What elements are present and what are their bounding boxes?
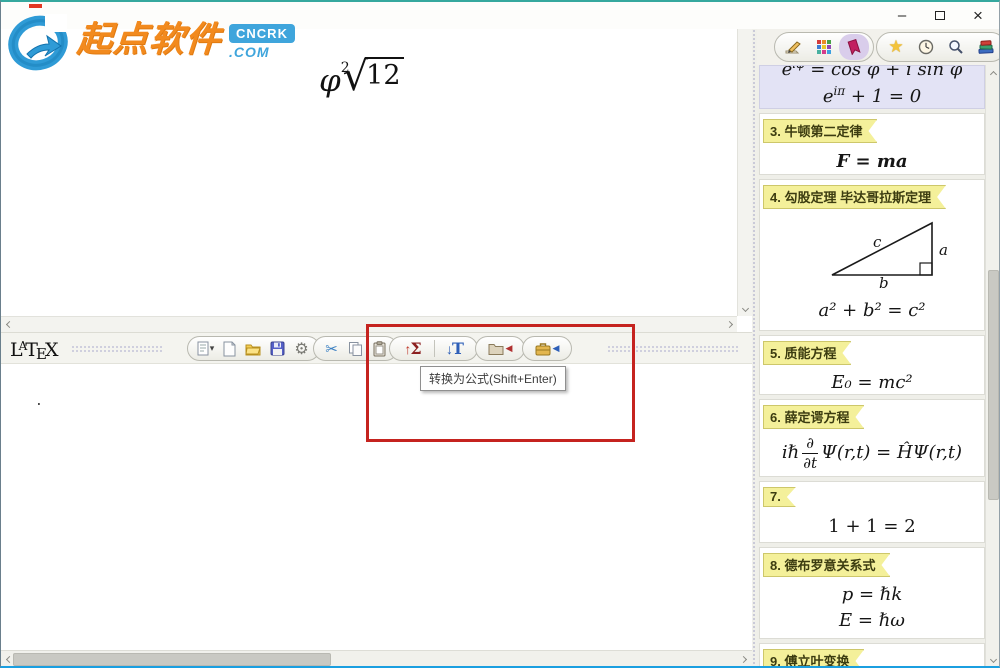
triangle-figure: c a b: [760, 213, 984, 294]
books-icon: [978, 39, 994, 54]
list-item-fourier[interactable]: 9. 傅立叶变换: [759, 643, 985, 668]
hypotenuse-label: c: [873, 233, 882, 251]
settings-button[interactable]: ⚙: [291, 338, 312, 359]
list-item-de-broglie[interactable]: 8. 德布罗意关系式 p = ℏk E = ℏω: [759, 547, 985, 639]
gear-icon: ⚙: [294, 340, 309, 358]
maximize-button[interactable]: [921, 2, 959, 29]
list-item-schrodinger[interactable]: 6. 薛定谔方程 iℏ ∂ ∂t Ψ(r,t) = ĤΨ(r,t): [759, 399, 985, 477]
formula-line: 1 + 1 = 2: [828, 516, 916, 537]
vertical-side-label: a: [939, 241, 948, 259]
item-label: 7.: [763, 487, 796, 507]
star-icon: ★: [888, 37, 904, 56]
list-item-pythagoras[interactable]: 4. 勾股定理 毕达哥拉斯定理 c a b a² + b² = c²: [759, 179, 985, 331]
formula-line: eiπ + 1 = 0: [822, 84, 922, 107]
brand-name: 起点软件: [75, 20, 223, 59]
scrollbar-thumb[interactable]: [13, 653, 331, 666]
save-button[interactable]: [267, 338, 288, 359]
item-label: 3. 牛顿第二定律: [763, 119, 877, 143]
scroll-right-arrow[interactable]: [737, 653, 749, 665]
editor-horizontal-scrollbar[interactable]: [1, 650, 752, 666]
base-label: b: [879, 274, 889, 289]
scrollbar-thumb[interactable]: [988, 270, 999, 500]
item-label: 5. 质能方程: [763, 341, 851, 365]
tooltip-text: 转换为公式(Shift+Enter): [429, 372, 557, 386]
formula-list: eiφ = cos φ + i sin φ eiπ + 1 = 0 3. 牛顿第…: [759, 65, 985, 668]
dropdown-arrow-icon: ▾: [209, 343, 215, 353]
floppy-disk-icon: [270, 341, 285, 356]
close-button[interactable]: ×: [959, 2, 997, 29]
rendered-formula: φ 2 √ 12: [319, 57, 404, 100]
pencil-write-icon: [785, 41, 801, 54]
close-icon: ×: [973, 5, 983, 25]
bookmark-icon: [847, 39, 861, 55]
app-window: – × 起点软件 CNCRK .COM φ 2 √ 12 LATEX ▾ ⚙ ✂…: [0, 0, 1000, 668]
formula-line: a² + b² = c²: [818, 300, 926, 321]
site-logo: 起点软件 CNCRK .COM: [7, 8, 295, 74]
document-icon: [197, 341, 209, 356]
latex-logo: LATEX: [10, 339, 58, 363]
minimize-icon: –: [897, 7, 907, 24]
preview-vertical-scrollbar[interactable]: [737, 29, 752, 316]
favorites-button[interactable]: ★: [881, 34, 911, 60]
scroll-up-arrow[interactable]: [987, 68, 999, 80]
maximize-icon: [935, 11, 945, 20]
symbol-grid-button[interactable]: [809, 34, 839, 60]
search-button[interactable]: [941, 34, 971, 60]
scroll-left-arrow[interactable]: [3, 318, 15, 330]
formula-library-sidebar: ★ eiφ = cos φ + i sin φ eiπ + 1 = 0 3. 牛…: [757, 29, 999, 668]
item-label: 6. 薛定谔方程: [763, 405, 864, 429]
search-icon: [949, 40, 963, 54]
list-item-euler[interactable]: eiφ = cos φ + i sin φ eiπ + 1 = 0: [759, 65, 985, 109]
formula-line: F = ma: [836, 151, 908, 172]
scissors-icon: ✂: [325, 340, 338, 358]
formula-radicand: 12: [365, 57, 404, 92]
handwriting-button[interactable]: [779, 34, 809, 60]
formula-phi: φ: [319, 63, 341, 99]
brand-badge: CNCRK: [229, 24, 295, 43]
formula-line: p = ℏk: [841, 584, 903, 605]
copy-button[interactable]: [345, 338, 366, 359]
formula-line: E = ℏω: [839, 610, 905, 631]
open-button[interactable]: [243, 338, 264, 359]
sidebar-toolbar: ★: [757, 29, 999, 65]
color-grid-icon: [817, 40, 831, 54]
view-button-group: [774, 32, 874, 62]
bookmark-button[interactable]: [839, 34, 869, 60]
list-item-seven[interactable]: 7. 1 + 1 = 2: [759, 481, 985, 543]
item-label: 4. 勾股定理 毕达哥拉斯定理: [763, 185, 946, 209]
editor-content: .: [35, 394, 43, 409]
file-button-group: ▾ ⚙: [187, 336, 320, 361]
brand-domain: .COM: [229, 44, 270, 60]
scroll-down-arrow[interactable]: [739, 302, 751, 314]
minimize-button[interactable]: –: [883, 2, 921, 29]
toolbar-gripper: [71, 345, 163, 353]
tooltip: 转换为公式(Shift+Enter): [420, 366, 566, 391]
scroll-right-arrow[interactable]: [723, 318, 735, 330]
list-item-newton[interactable]: 3. 牛顿第二定律 F = ma: [759, 113, 985, 175]
search-button-group: ★: [876, 32, 999, 62]
scroll-down-arrow[interactable]: [987, 653, 999, 665]
list-item-mass-energy[interactable]: 5. 质能方程 E₀ = mc²: [759, 335, 985, 395]
sidebar-vertical-scrollbar[interactable]: [985, 65, 999, 666]
document-menu-button[interactable]: ▾: [195, 338, 216, 359]
formula-root-index: 2: [340, 60, 350, 76]
new-document-button[interactable]: [219, 338, 240, 359]
library-button[interactable]: [971, 34, 999, 60]
copy-pages-icon: [349, 342, 362, 356]
formula-line: iℏ ∂ ∂t Ψ(r,t) = ĤΨ(r,t): [781, 434, 963, 472]
item-label: 9. 傅立叶变换: [763, 649, 864, 668]
clock-icon: [918, 39, 934, 55]
window-controls: – ×: [883, 2, 997, 29]
item-label: 8. 德布罗意关系式: [763, 553, 890, 577]
new-page-icon: [223, 341, 236, 356]
formula-line: eiφ = cos φ + i sin φ: [781, 65, 963, 80]
history-button[interactable]: [911, 34, 941, 60]
open-folder-icon: [245, 344, 261, 355]
formula-line: E₀ = mc²: [831, 372, 913, 393]
logo-circle-arrow-icon: [8, 14, 68, 71]
cut-button[interactable]: ✂: [321, 338, 342, 359]
